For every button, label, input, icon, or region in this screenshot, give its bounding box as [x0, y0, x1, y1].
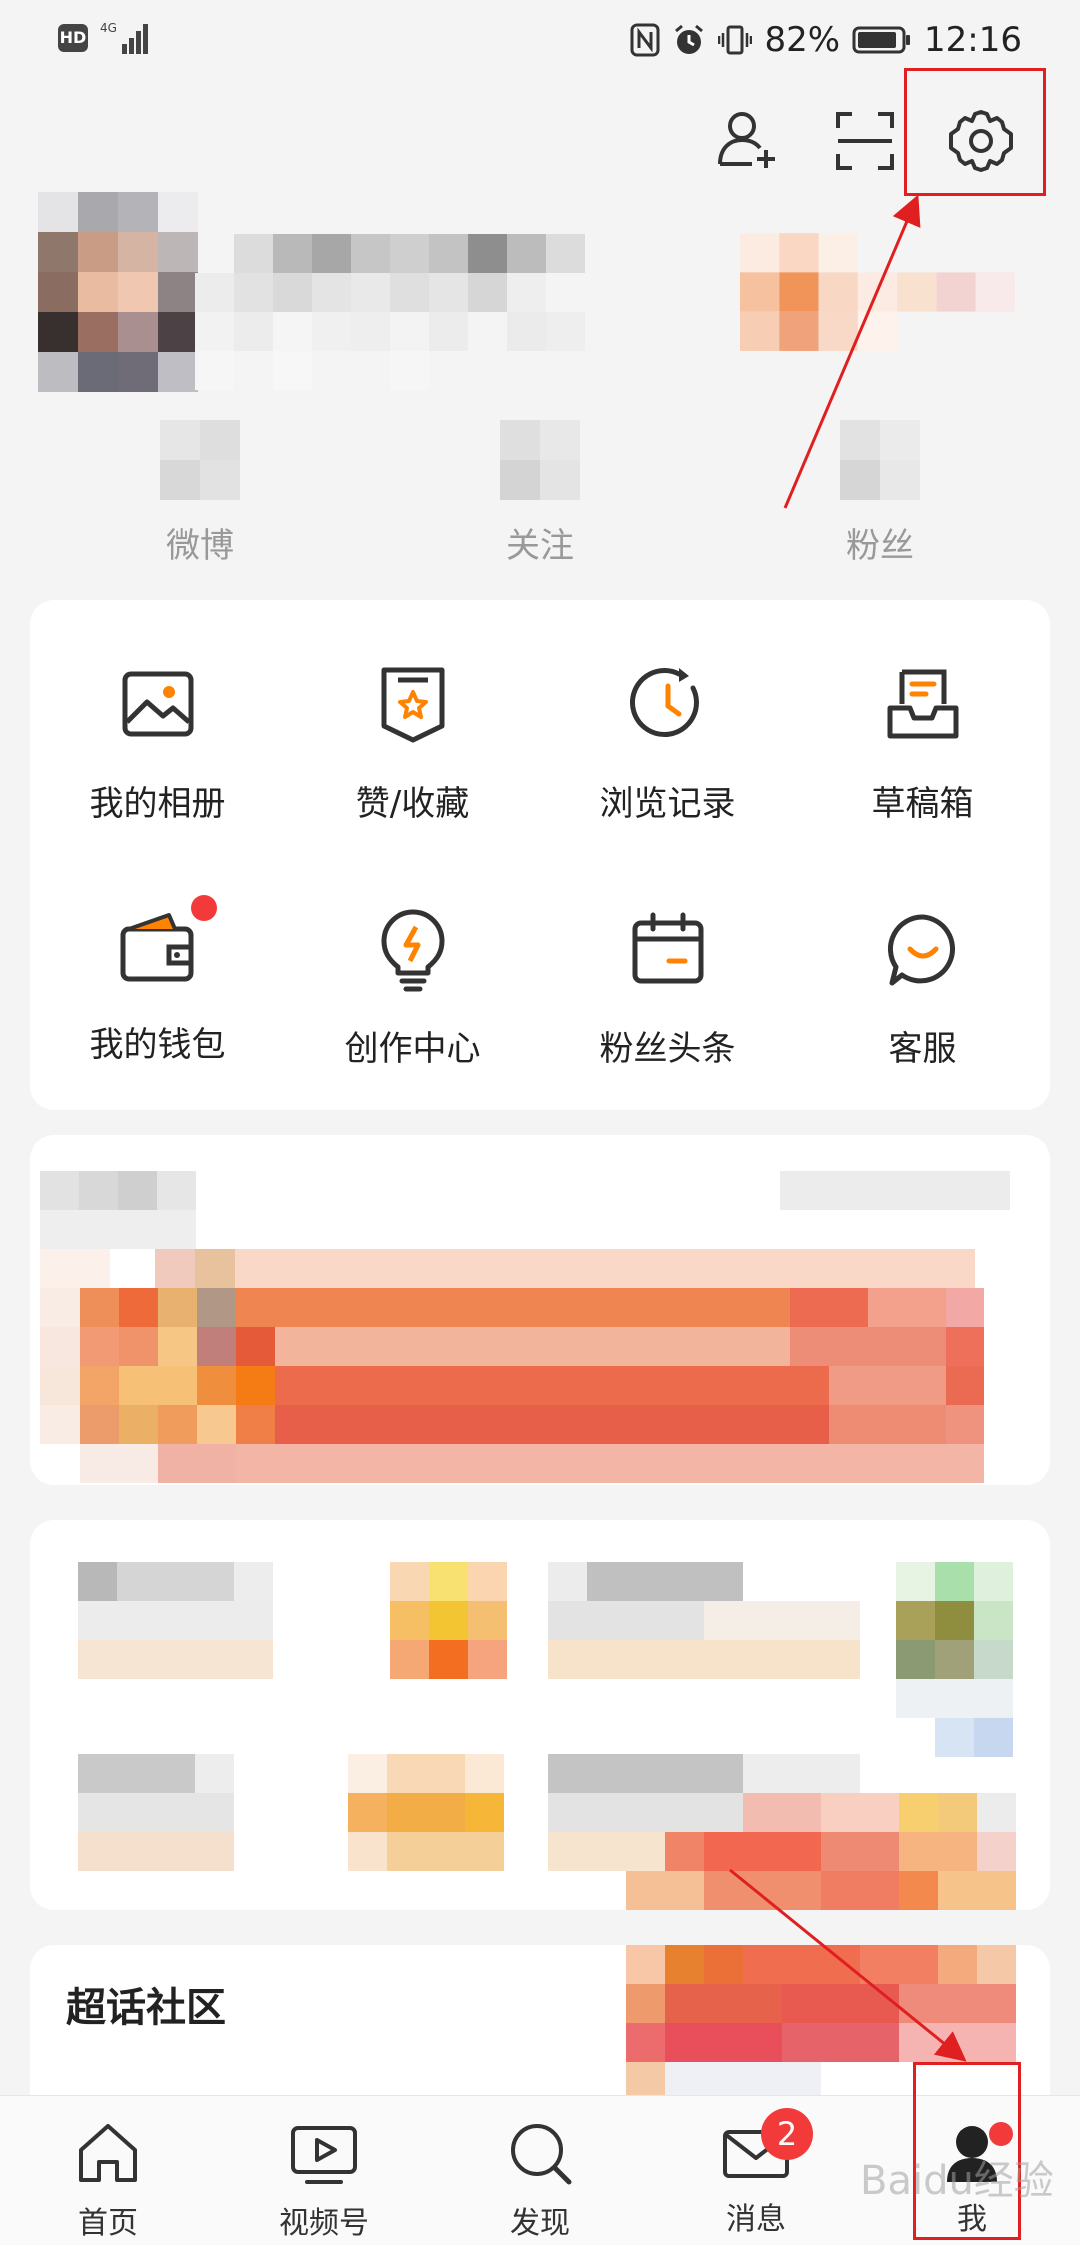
vibrate-icon: [718, 25, 753, 55]
tab-label: 视频号: [279, 2206, 369, 2241]
add-friend-icon[interactable]: [712, 106, 782, 176]
clock: 12:16: [924, 20, 1022, 60]
tool-favorites[interactable]: 赞/收藏: [285, 660, 540, 825]
tool-album[interactable]: 我的相册: [30, 660, 285, 825]
username-mosaic: [195, 234, 585, 390]
tools-card: 我的相册 赞/收藏 浏览记录 草稿箱 我的钱包 创作中心 粉丝头条 客服: [30, 600, 1050, 1110]
tab-label: 发现: [510, 2206, 570, 2241]
tab-discover[interactable]: 发现: [460, 2096, 620, 2245]
stat-value-mosaic: [840, 420, 920, 500]
stat-fans[interactable]: 粉丝: [770, 420, 990, 567]
stat-value-mosaic: [500, 420, 580, 500]
tool-label: 草稿箱: [871, 784, 974, 824]
battery-icon: [852, 25, 912, 55]
favorite-icon: [381, 667, 444, 743]
wallet-icon-wrap: [113, 895, 217, 995]
creator-icon: [381, 909, 444, 992]
community-title: 超话社区: [66, 1985, 226, 2031]
tool-customer-service[interactable]: 客服: [795, 905, 1050, 1070]
tool-drafts[interactable]: 草稿箱: [795, 660, 1050, 825]
customer-service-icon: [887, 914, 955, 986]
tool-label: 赞/收藏: [355, 784, 470, 824]
battery-percent: 82%: [764, 20, 841, 60]
nfc-icon: [630, 23, 660, 57]
avatar[interactable]: [38, 192, 198, 392]
recommend-grid[interactable]: [30, 1520, 1050, 1910]
settings-highlight-box: [904, 68, 1046, 196]
tool-label: 浏览记录: [599, 784, 736, 824]
hd-badge: HD: [58, 24, 88, 52]
vip-badge-mosaic[interactable]: [740, 232, 1015, 352]
promo-banner[interactable]: [30, 1135, 1050, 1485]
banner-mosaic: [40, 1171, 1010, 1483]
tool-label: 我的相册: [89, 784, 226, 824]
signal-icon: 4G: [100, 21, 148, 54]
tool-creator-center[interactable]: 创作中心: [285, 905, 540, 1070]
tab-home[interactable]: 首页: [28, 2096, 188, 2245]
tool-history[interactable]: 浏览记录: [540, 660, 795, 825]
stat-following[interactable]: 关注: [430, 420, 650, 567]
tool-label: 创作中心: [344, 1029, 481, 1069]
stat-value-mosaic: [160, 420, 240, 500]
scan-icon[interactable]: [830, 106, 900, 176]
alarm-icon: [675, 24, 704, 54]
tab-label: 首页: [78, 2206, 138, 2241]
profile-stats: 微博 关注 粉丝: [0, 420, 1080, 566]
tab-label: 消息: [726, 2202, 786, 2237]
stat-label: 微博: [166, 526, 234, 566]
message-icon-wrap: 2: [721, 2108, 813, 2188]
home-icon: [79, 2124, 137, 2182]
wallet-icon: [120, 913, 193, 982]
video-icon: [291, 2126, 357, 2184]
wallet-red-dot: [190, 895, 217, 921]
tool-label: 粉丝头条: [599, 1029, 736, 1069]
tool-wallet[interactable]: 我的钱包: [30, 895, 285, 1066]
album-icon: [122, 671, 193, 737]
watermark: Baidu经验: [860, 2158, 1054, 2204]
svg-text:4G: 4G: [100, 21, 117, 35]
message-badge: 2: [761, 2108, 813, 2160]
discover-icon: [511, 2124, 572, 2185]
grid-mosaic: [78, 1562, 1016, 1910]
drafts-icon: [887, 669, 958, 739]
tool-fan-headline[interactable]: 粉丝头条: [540, 905, 795, 1070]
tool-label: 客服: [888, 1029, 957, 1069]
stat-label: 粉丝: [846, 526, 914, 566]
tab-messages[interactable]: 2 消息: [676, 2096, 836, 2245]
tool-label: 我的钱包: [89, 1025, 226, 1065]
stat-weibo[interactable]: 微博: [90, 420, 310, 567]
history-icon: [629, 668, 699, 738]
fan-headline-icon: [632, 912, 703, 984]
super-topic-community[interactable]: 超话社区: [30, 1945, 1050, 2105]
tab-video[interactable]: 视频号: [244, 2096, 404, 2245]
stat-label: 关注: [506, 526, 574, 566]
